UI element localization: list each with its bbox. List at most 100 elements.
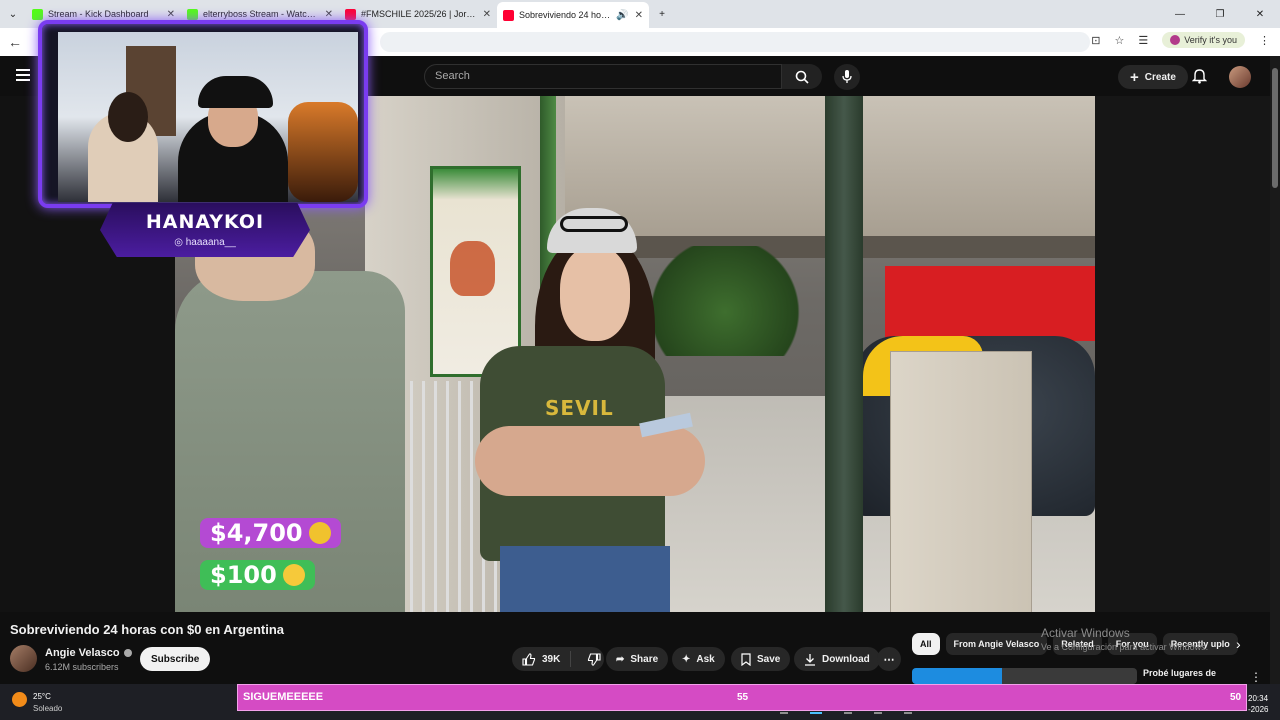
- tab-title: #FMSCHILE 2025/26 | Jornada: [361, 9, 477, 19]
- window-controls: — ❐ ✕: [1160, 9, 1280, 20]
- red-storefront: [885, 266, 1095, 341]
- windows-activation-watermark: Activar Windows Ve a Configuración para …: [1041, 626, 1208, 652]
- taskbar-app-indicators: [780, 712, 912, 714]
- download-icon: [805, 653, 815, 666]
- donation-badge: $4,700: [200, 518, 341, 548]
- verify-button[interactable]: Verify it's you: [1162, 32, 1245, 48]
- reading-list-icon[interactable]: ☰: [1138, 34, 1148, 47]
- tab-active-video[interactable]: Sobreviviendo 24 horas con 🔊 ✕: [497, 2, 649, 28]
- ask-button[interactable]: ✦ Ask: [672, 647, 725, 671]
- search-button[interactable]: [782, 64, 822, 89]
- weather-temperature[interactable]: 25°C: [33, 692, 51, 701]
- thumbs-down-icon: [588, 652, 601, 666]
- share-button[interactable]: ➦ Share: [606, 647, 669, 671]
- plus-icon: +: [1130, 68, 1139, 86]
- girl-jeans: [500, 546, 670, 612]
- sunglasses: [560, 216, 628, 232]
- banner-number: 50: [1230, 692, 1242, 703]
- streamer-handle: haaaana__: [185, 237, 236, 248]
- taskbar-indicator-active: [810, 712, 822, 714]
- channel-avatar[interactable]: [10, 645, 37, 672]
- minimize-icon[interactable]: —: [1160, 9, 1200, 20]
- girl-arms: [475, 426, 705, 496]
- scrollbar-thumb[interactable]: [1272, 68, 1278, 188]
- streamer-name: HANAYKOI: [145, 211, 265, 233]
- poster-hand-graphic: [450, 241, 495, 296]
- streamer-webcam-overlay: HANAYKOI ◎ haaaana__: [38, 20, 368, 260]
- trees: [645, 246, 805, 356]
- money-face-icon: [282, 564, 305, 586]
- search-input[interactable]: Search: [424, 64, 782, 89]
- taskbar-indicator: [904, 712, 912, 714]
- youtube-icon: [345, 8, 356, 20]
- sparkle-icon: ✦: [682, 653, 691, 665]
- save-label: Save: [757, 653, 781, 665]
- weather-sun-icon[interactable]: [12, 692, 27, 707]
- verified-icon: [123, 649, 132, 658]
- page-scrollbar[interactable]: [1270, 56, 1280, 684]
- subscribe-button[interactable]: Subscribe: [140, 647, 211, 671]
- gaming-chair: [288, 102, 358, 202]
- like-button[interactable]: 39K: [512, 651, 572, 667]
- tab-title: elterryboss Stream - Watch Live: [203, 9, 319, 19]
- share-label: Share: [630, 653, 659, 665]
- tab-title: Sobreviviendo 24 horas con: [519, 10, 610, 20]
- search-icon: [795, 70, 809, 84]
- taskbar-indicator: [780, 712, 788, 714]
- recommended-menu-icon[interactable]: ⋮: [1250, 670, 1262, 684]
- create-button[interactable]: + Create: [1118, 65, 1188, 89]
- more-actions-icon[interactable]: ⋯: [877, 647, 901, 671]
- like-dislike-group: 39K: [512, 647, 604, 671]
- audio-icon[interactable]: 🔊: [616, 10, 628, 21]
- account-avatar[interactable]: [1229, 66, 1251, 88]
- hamburger-menu-icon[interactable]: [16, 69, 30, 81]
- thumbs-up-icon: [522, 652, 536, 666]
- system-clock[interactable]: 20:34 -2026: [1248, 693, 1268, 715]
- banner-number: 55: [737, 692, 749, 703]
- recommended-thumbnail[interactable]: [912, 668, 1137, 684]
- channel-name[interactable]: Angie Velasco: [45, 647, 120, 659]
- like-count: 39K: [542, 653, 561, 665]
- restore-icon[interactable]: ❐: [1200, 9, 1240, 20]
- tab-search-icon[interactable]: ⌄: [0, 0, 26, 28]
- close-icon[interactable]: ✕: [167, 9, 175, 20]
- bookmark-star-icon[interactable]: ☆: [1115, 34, 1125, 47]
- url-field[interactable]: [380, 32, 1090, 52]
- activate-title: Activar Windows: [1041, 626, 1130, 640]
- back-arrow-icon[interactable]: ←: [0, 34, 30, 50]
- player-right-letterbox: [1095, 96, 1270, 612]
- tab-title: Stream - Kick Dashboard: [48, 9, 149, 19]
- chevron-right-icon[interactable]: ›: [1236, 636, 1241, 652]
- save-button[interactable]: Save: [731, 647, 791, 671]
- webcam-person-1-head: [108, 92, 148, 142]
- channel-name-row[interactable]: Angie Velasco: [45, 647, 132, 659]
- chip-all[interactable]: All: [912, 633, 940, 655]
- youtube-icon: [503, 9, 514, 21]
- instagram-icon: ◎: [174, 237, 186, 248]
- street-pole: [825, 96, 863, 612]
- clock-time: 20:34: [1248, 694, 1269, 703]
- webcam-frame: [38, 20, 368, 208]
- bookmark-icon: [741, 652, 751, 666]
- download-button[interactable]: Download: [794, 647, 880, 671]
- close-icon[interactable]: ✕: [635, 10, 643, 21]
- install-app-icon[interactable]: ⊡: [1091, 34, 1100, 47]
- webcam-cap: [198, 76, 273, 108]
- voice-search-button[interactable]: [834, 64, 860, 90]
- subscriber-count: 6.12M subscribers: [45, 662, 119, 672]
- download-label: Download: [822, 653, 870, 665]
- weather-description[interactable]: Soleado: [33, 704, 62, 713]
- activate-subtitle: Ve a Configuración para activar Windows.: [1041, 642, 1209, 652]
- chip-from-channel[interactable]: From Angie Velasco: [945, 633, 1048, 655]
- close-window-icon[interactable]: ✕: [1240, 9, 1280, 20]
- recommended-title[interactable]: Probé lugares de: [1143, 668, 1216, 678]
- kick-icon: [187, 8, 198, 20]
- heart-gift-icon: [308, 522, 331, 544]
- notifications-bell-icon[interactable]: [1191, 68, 1208, 89]
- streamer-handle-row: ◎ haaaana__: [100, 237, 310, 248]
- close-icon[interactable]: ✕: [483, 9, 491, 20]
- close-icon[interactable]: ✕: [325, 9, 333, 20]
- stream-alert-banner: SIGUEMEEEEE 55 50: [237, 684, 1247, 711]
- new-tab-button[interactable]: +: [649, 0, 675, 28]
- kebab-menu-icon[interactable]: ⋮: [1259, 34, 1270, 47]
